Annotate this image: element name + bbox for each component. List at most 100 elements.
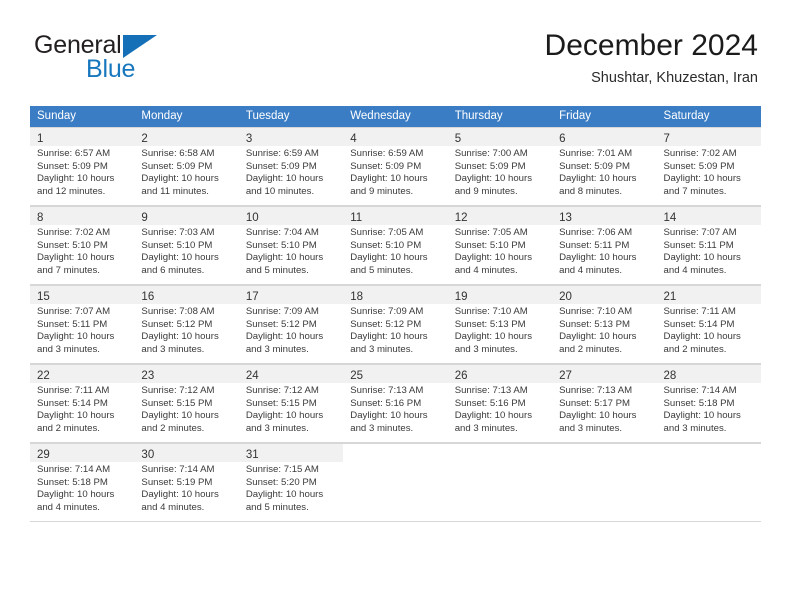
calendar-day-cell[interactable]: 9 Sunrise: 7:03 AM Sunset: 5:10 PM Daylight… xyxy=(134,206,239,285)
daylight-text-line1: Daylight: 10 hours xyxy=(559,331,637,343)
empty-cell xyxy=(447,443,553,522)
sunset-text: Sunset: 5:15 PM xyxy=(245,397,317,409)
sunset-text: Sunset: 5:11 PM xyxy=(559,239,630,251)
calendar-day-cell[interactable]: 7 Sunrise: 7:02 AM Sunset: 5:09 PM Daylight… xyxy=(656,127,761,206)
calendar-day-cell[interactable]: 3 Sunrise: 6:59 AM Sunset: 5:09 PM Daylight… xyxy=(238,127,344,206)
calendar-day-cell[interactable]: 2 Sunrise: 6:58 AM Sunset: 5:09 PM Daylight… xyxy=(134,127,239,206)
day-number-bar: 17 xyxy=(238,286,344,304)
sunset-text: Sunset: 5:16 PM xyxy=(350,397,422,409)
calendar-day-cell[interactable]: 21 Sunrise: 7:11 AM Sunset: 5:14 PM Dayligh… xyxy=(656,285,761,364)
daylight-text-line2: and 3 minutes. xyxy=(454,422,518,434)
calendar-day-cell[interactable]: 14 Sunrise: 7:07 AM Sunset: 5:11 PM Dayligh… xyxy=(656,206,761,285)
daylight-text-line2: and 3 minutes. xyxy=(350,422,414,434)
sunset-text: Sunset: 5:10 PM xyxy=(350,239,422,251)
calendar-day-cell[interactable]: 16 Sunrise: 7:08 AM Sunset: 5:12 PM Dayligh… xyxy=(134,285,239,364)
sunset-text: Sunset: 5:09 PM xyxy=(245,160,317,172)
day-cell-inner: 25 Sunrise: 7:13 AM Sunset: 5:16 PM Dayligh… xyxy=(343,364,448,443)
day-sun-info: Sunrise: 7:09 AM Sunset: 5:12 PM Daylight:… xyxy=(343,304,447,356)
daylight-text-line1: Daylight: 10 hours xyxy=(663,252,741,264)
calendar-day-cell[interactable]: 12 Sunrise: 7:05 AM Sunset: 5:10 PM Dayligh… xyxy=(447,206,553,285)
day-sun-info: Sunrise: 7:08 AM Sunset: 5:12 PM Daylight:… xyxy=(134,304,238,356)
sunset-text: Sunset: 5:11 PM xyxy=(663,239,734,251)
day-cell-inner: 5 Sunrise: 7:00 AM Sunset: 5:09 PM Daylight… xyxy=(447,127,553,206)
sunrise-text: Sunrise: 7:07 AM xyxy=(37,306,111,317)
day-number-bar: 16 xyxy=(134,286,239,304)
day-cell-inner: 6 Sunrise: 7:01 AM Sunset: 5:09 PM Daylight… xyxy=(552,127,657,206)
day-cell-inner: 3 Sunrise: 6:59 AM Sunset: 5:09 PM Daylight… xyxy=(238,127,344,206)
day-number-bar: 22 xyxy=(30,365,135,383)
daylight-text-line2: and 5 minutes. xyxy=(245,264,309,276)
day-sun-info: Sunrise: 7:02 AM Sunset: 5:09 PM Daylight:… xyxy=(657,146,761,198)
day-cell-inner: 4 Sunrise: 6:59 AM Sunset: 5:09 PM Daylight… xyxy=(343,127,448,206)
calendar-day-cell[interactable]: 31 Sunrise: 7:15 AM Sunset: 5:20 PM Dayligh… xyxy=(238,443,344,522)
calendar-week-row: 22 Sunrise: 7:11 AM Sunset: 5:14 PM Dayligh… xyxy=(30,364,761,443)
calendar-day-cell[interactable]: 23 Sunrise: 7:12 AM Sunset: 5:15 PM Dayligh… xyxy=(134,364,239,443)
calendar-day-cell[interactable]: 8 Sunrise: 7:02 AM Sunset: 5:10 PM Daylight… xyxy=(30,206,135,285)
day-cell-inner: 24 Sunrise: 7:12 AM Sunset: 5:15 PM Dayligh… xyxy=(238,364,344,443)
calendar-day-cell[interactable]: 13 Sunrise: 7:06 AM Sunset: 5:11 PM Dayligh… xyxy=(552,206,657,285)
sunset-text: Sunset: 5:12 PM xyxy=(141,318,213,330)
day-number-bar: 18 xyxy=(343,286,448,304)
calendar-day-cell[interactable]: 11 Sunrise: 7:05 AM Sunset: 5:10 PM Dayligh… xyxy=(343,206,448,285)
day-sun-info: Sunrise: 7:06 AM Sunset: 5:11 PM Daylight:… xyxy=(552,225,656,277)
daylight-text-line1: Daylight: 10 hours xyxy=(454,410,533,422)
calendar-day-cell[interactable]: 17 Sunrise: 7:09 AM Sunset: 5:12 PM Dayligh… xyxy=(238,285,344,364)
calendar-day-cell[interactable]: 30 Sunrise: 7:14 AM Sunset: 5:19 PM Dayligh… xyxy=(134,443,239,522)
daylight-text-line1: Daylight: 10 hours xyxy=(141,489,219,501)
day-cell-inner: 12 Sunrise: 7:05 AM Sunset: 5:10 PM Dayligh… xyxy=(447,206,553,285)
calendar-day-cell[interactable]: 26 Sunrise: 7:13 AM Sunset: 5:16 PM Dayligh… xyxy=(447,364,553,443)
day-number: 9 xyxy=(141,212,148,224)
day-number: 22 xyxy=(37,370,50,382)
calendar-day-cell[interactable]: 24 Sunrise: 7:12 AM Sunset: 5:15 PM Dayligh… xyxy=(238,364,344,443)
day-cell-inner: 17 Sunrise: 7:09 AM Sunset: 5:12 PM Dayligh… xyxy=(238,285,344,364)
calendar-day-cell[interactable]: 20 Sunrise: 7:10 AM Sunset: 5:13 PM Dayligh… xyxy=(552,285,657,364)
daylight-text-line1: Daylight: 10 hours xyxy=(350,252,428,264)
daylight-text-line2: and 4 minutes. xyxy=(454,264,518,276)
day-number-bar: 29 xyxy=(30,444,135,462)
day-cell-inner: 9 Sunrise: 7:03 AM Sunset: 5:10 PM Daylight… xyxy=(134,206,239,285)
day-number: 27 xyxy=(559,370,572,382)
daylight-text-line2: and 5 minutes. xyxy=(245,501,309,513)
calendar-day-cell[interactable]: 25 Sunrise: 7:13 AM Sunset: 5:16 PM Dayligh… xyxy=(343,364,448,443)
calendar-day-cell[interactable]: 29 Sunrise: 7:14 AM Sunset: 5:18 PM Dayligh… xyxy=(30,443,135,522)
daylight-text-line2: and 8 minutes. xyxy=(559,185,623,197)
day-number: 12 xyxy=(454,212,468,224)
title-block: December 2024 Shushtar, Khuzestan, Iran xyxy=(545,28,758,88)
calendar-day-cell[interactable]: 18 Sunrise: 7:09 AM Sunset: 5:12 PM Dayligh… xyxy=(343,285,448,364)
day-sun-info: Sunrise: 7:14 AM Sunset: 5:18 PM Daylight:… xyxy=(657,383,761,435)
calendar-day-cell[interactable]: 4 Sunrise: 6:59 AM Sunset: 5:09 PM Daylight… xyxy=(343,127,448,206)
sunrise-text: Sunrise: 7:00 AM xyxy=(454,148,528,159)
day-number: 28 xyxy=(663,370,677,382)
calendar-day-cell[interactable]: 10 Sunrise: 7:04 AM Sunset: 5:10 PM Dayligh… xyxy=(238,206,344,285)
day-number-bar: 28 xyxy=(656,365,761,383)
calendar-day-cell[interactable]: 5 Sunrise: 7:00 AM Sunset: 5:09 PM Daylight… xyxy=(447,127,553,206)
day-number: 19 xyxy=(454,291,468,303)
day-cell-inner: 28 Sunrise: 7:14 AM Sunset: 5:18 PM Dayligh… xyxy=(656,364,761,443)
daylight-text-line1: Daylight: 10 hours xyxy=(454,331,533,343)
day-cell-inner: 8 Sunrise: 7:02 AM Sunset: 5:10 PM Daylight… xyxy=(30,206,135,285)
calendar-day-cell-empty xyxy=(343,443,448,522)
calendar-day-cell[interactable]: 22 Sunrise: 7:11 AM Sunset: 5:14 PM Dayligh… xyxy=(30,364,135,443)
day-sun-info: Sunrise: 7:11 AM Sunset: 5:14 PM Daylight:… xyxy=(30,383,134,435)
calendar-day-cell[interactable]: 19 Sunrise: 7:10 AM Sunset: 5:13 PM Dayligh… xyxy=(447,285,553,364)
calendar-day-cell[interactable]: 15 Sunrise: 7:07 AM Sunset: 5:11 PM Dayligh… xyxy=(30,285,135,364)
day-number: 11 xyxy=(350,212,363,224)
day-number-bar: 1 xyxy=(30,128,135,146)
calendar-day-cell[interactable]: 27 Sunrise: 7:13 AM Sunset: 5:17 PM Dayligh… xyxy=(552,364,657,443)
calendar-day-cell[interactable]: 6 Sunrise: 7:01 AM Sunset: 5:09 PM Daylight… xyxy=(552,127,657,206)
calendar-day-cell[interactable]: 28 Sunrise: 7:14 AM Sunset: 5:18 PM Dayligh… xyxy=(656,364,761,443)
day-cell-inner: 30 Sunrise: 7:14 AM Sunset: 5:19 PM Dayligh… xyxy=(134,443,239,522)
calendar-week-row: 29 Sunrise: 7:14 AM Sunset: 5:18 PM Dayligh… xyxy=(30,443,761,522)
day-number-bar: 8 xyxy=(30,207,135,225)
day-number: 15 xyxy=(37,291,50,303)
sunrise-text: Sunrise: 7:15 AM xyxy=(245,464,319,475)
daylight-text-line1: Daylight: 10 hours xyxy=(141,173,219,185)
day-number-bar: 6 xyxy=(552,128,657,146)
day-cell-inner: 27 Sunrise: 7:13 AM Sunset: 5:17 PM Dayligh… xyxy=(552,364,657,443)
calendar-day-cell[interactable]: 1 Sunrise: 6:57 AM Sunset: 5:09 PM Daylight… xyxy=(30,127,135,206)
day-sun-info: Sunrise: 7:11 AM Sunset: 5:14 PM Daylight:… xyxy=(657,304,761,356)
sunset-text: Sunset: 5:20 PM xyxy=(245,476,317,488)
sunrise-text: Sunrise: 7:10 AM xyxy=(559,306,633,317)
sunrise-text: Sunrise: 7:12 AM xyxy=(245,385,319,396)
sunset-text: Sunset: 5:14 PM xyxy=(663,318,735,330)
